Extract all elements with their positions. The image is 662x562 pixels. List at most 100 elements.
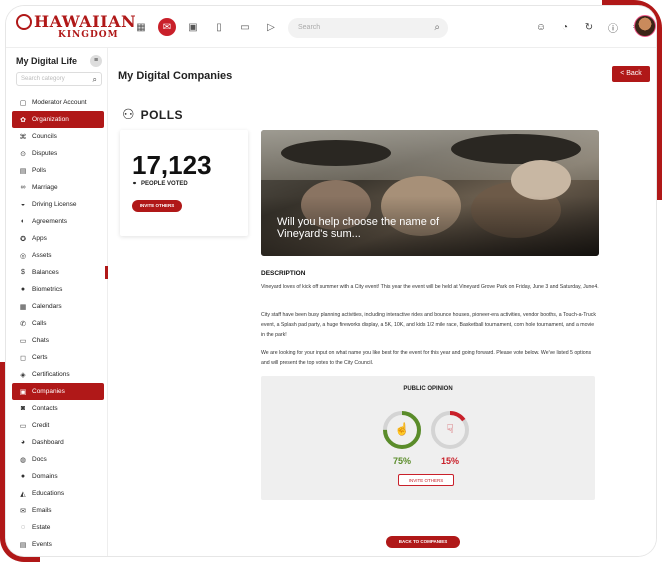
brand-name: HAWAIIAN	[34, 12, 137, 31]
sidebar-item-label: Contacts	[32, 405, 58, 412]
sidebar-toggle-icon[interactable]: ≡	[90, 55, 102, 67]
grid-icon[interactable]: ▦	[132, 18, 150, 36]
search-icon[interactable]: ⌕	[434, 18, 440, 38]
brand-logo[interactable]: HAWAIIAN KINGDOM	[16, 12, 136, 44]
sidebar-item-label: Marriage	[32, 184, 58, 191]
sidebar-item-chats[interactable]: ▭ Chats	[12, 332, 104, 349]
sidebar-item-estate[interactable]: ◌ Estate	[12, 519, 104, 536]
invite-others-button[interactable]: INVITE OTHERS	[132, 200, 182, 212]
refresh-icon[interactable]: ↻	[582, 18, 596, 36]
crowd-shape	[511, 160, 571, 200]
sidebar-item-marriage[interactable]: ∞ Marriage	[12, 179, 104, 196]
disapprove-percent: 15%	[440, 456, 459, 466]
hero-caption: Will you help choose the name of Vineyar…	[277, 216, 440, 240]
invite-others-outline-button[interactable]: INVITE OTHERS	[398, 474, 454, 486]
sidebar-item-apps[interactable]: ✪ Apps	[12, 230, 104, 247]
sidebar-item-agreements[interactable]: ◐ Agreements	[12, 213, 104, 230]
dashboard-icon: ◕	[20, 439, 26, 446]
umbrella-shape	[281, 140, 391, 166]
sidebar-item-label: Driving License	[32, 201, 77, 208]
sidebar-item-events[interactable]: ▤ Events	[12, 536, 104, 553]
certificate-icon: ◈	[20, 371, 26, 379]
sidebar-item-educations[interactable]: ◭ Educations	[12, 485, 104, 502]
email-icon: ✉	[20, 507, 26, 515]
back-to-companies-button[interactable]: BACK TO COMPANIES	[386, 536, 460, 548]
chat-icon: ▭	[19, 337, 27, 345]
sidebar-item-driving-license[interactable]: ◒ Driving License	[12, 196, 104, 213]
sidebar-item-calls[interactable]: ✆ Calls	[12, 315, 104, 332]
votes-label: PEOPLE VOTED	[141, 180, 188, 187]
polls-icon: ⚇	[122, 106, 135, 122]
sidebar-item-dashboard[interactable]: ◕ Dashboard	[12, 434, 104, 451]
sidebar-item-polls[interactable]: ▤ Polls	[12, 162, 104, 179]
add-user-icon[interactable]: ☺	[534, 18, 548, 36]
sidebar-item-label: Educations	[32, 490, 65, 497]
sidebar-item-companies[interactable]: ▣ Companies	[12, 383, 104, 400]
sidebar-item-label: Moderator Account	[32, 99, 87, 106]
sidebar-item-biometrics[interactable]: ● Biometrics	[12, 281, 104, 298]
back-button[interactable]: < Back	[612, 66, 650, 82]
sidebar-item-label: Estate	[32, 524, 51, 531]
category-search-input[interactable]: Search category ⌕	[16, 72, 102, 86]
id-card-icon: ▢	[19, 99, 27, 107]
sidebar-item-credit[interactable]: ▭ Credit	[12, 417, 104, 434]
sidebar-item-councils[interactable]: ⌘ Councils	[12, 128, 104, 145]
phone-icon: ✆	[20, 320, 26, 328]
car-icon: ◒	[20, 201, 26, 208]
info-icon[interactable]: ⓘ	[606, 18, 620, 36]
sidebar-item-label: Companies	[32, 388, 65, 395]
sidebar-item-label: Biometrics	[32, 286, 63, 293]
votes-card: 17,123 ⚭ PEOPLE VOTED INVITE OTHERS	[120, 130, 248, 236]
section-header: ⚇ POLLS	[122, 106, 183, 123]
credit-card-icon: ▭	[19, 422, 27, 430]
search-icon[interactable]: ⌕	[93, 73, 97, 86]
chat-icon[interactable]: ◔	[558, 18, 572, 36]
sidebar-item-emails[interactable]: ✉ Emails	[12, 502, 104, 519]
events-icon: ▤	[19, 541, 27, 549]
app-window: HAWAIIAN KINGDOM ▦ ✉ ▣ ▯ ▭ ▷ Search ⌕ ☺ …	[6, 6, 656, 556]
sidebar-item-domains[interactable]: ● Domains	[12, 468, 104, 485]
opinion-title: PUBLIC OPINION	[403, 386, 453, 392]
sidebar-item-label: Agreements	[32, 218, 68, 225]
councils-icon: ⌘	[19, 133, 27, 141]
umbrella-shape	[451, 134, 581, 164]
disapprove-gauge[interactable]: ☟	[430, 410, 470, 450]
sidebar-item-label: Certs	[32, 354, 48, 361]
people-icon: ⚭	[132, 181, 138, 187]
sidebar-item-label: Disputes	[32, 150, 58, 157]
sidebar-item-disputes[interactable]: ⊙ Disputes	[12, 145, 104, 162]
approve-gauge[interactable]: ☝	[382, 410, 422, 450]
assets-icon: ◎	[19, 252, 27, 260]
sidebar-item-certs[interactable]: ◻ Certs	[12, 349, 104, 366]
sidebar-item-balances[interactable]: $ Balances	[12, 264, 108, 281]
mail-icon[interactable]: ✉	[158, 18, 176, 36]
sidebar-item-label: Dashboard	[32, 439, 64, 446]
sidebar: My Digital Life ≡ Search category ⌕ ▢ Mod…	[6, 48, 108, 556]
sidebar-item-assets[interactable]: ◎ Assets	[12, 247, 104, 264]
section-title: POLLS	[140, 107, 184, 122]
sidebar-item-certifications[interactable]: ◈ Certifications	[12, 366, 104, 383]
calendar-icon[interactable]: ▣	[184, 18, 202, 36]
search-input[interactable]: Search ⌕	[288, 18, 448, 38]
agreement-icon: ◐	[20, 218, 26, 225]
sidebar-item-label: Events	[32, 541, 52, 548]
companies-icon: ▣	[19, 388, 27, 396]
poll-hero-image: Will you help choose the name of Vineyar…	[261, 130, 599, 256]
top-bar: HAWAIIAN KINGDOM ▦ ✉ ▣ ▯ ▭ ▷ Search ⌕ ☺ …	[6, 6, 656, 48]
sidebar-item-calendars[interactable]: ▦ Calendars	[12, 298, 104, 315]
sidebar-item-contacts[interactable]: ◙ Contacts	[12, 400, 104, 417]
user-avatar[interactable]	[634, 15, 656, 37]
app-nav: ▦ ✉ ▣ ▯ ▭ ▷	[132, 18, 280, 36]
document-icon[interactable]: ▯	[210, 18, 228, 36]
estate-icon: ◌	[20, 524, 26, 531]
marriage-icon: ∞	[20, 184, 26, 191]
folder-icon[interactable]: ▭	[236, 18, 254, 36]
sidebar-item-label: Domains	[32, 473, 58, 480]
sidebar-item-label: Organization	[32, 116, 69, 123]
sidebar-item-families[interactable]: ☷Families	[12, 553, 104, 556]
sidebar-item-moderator-account[interactable]: ▢ Moderator Account	[12, 94, 104, 111]
sidebar-title: My Digital Life	[16, 56, 78, 66]
sidebar-item-docs[interactable]: ◍ Docs	[12, 451, 104, 468]
video-icon[interactable]: ▷	[262, 18, 280, 36]
sidebar-item-organization[interactable]: ✿ Organization	[12, 111, 104, 128]
